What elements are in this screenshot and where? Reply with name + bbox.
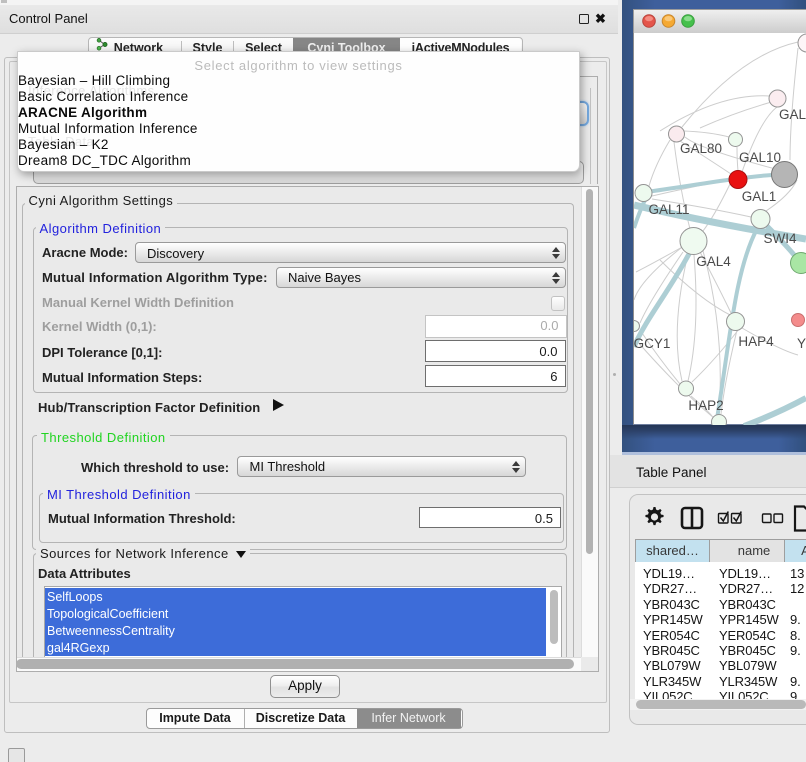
svg-text:GAL11: GAL11 [648, 202, 689, 217]
svg-text:GAL4: GAL4 [696, 254, 731, 269]
svg-text:SWI4: SWI4 [763, 231, 796, 246]
svg-text:GAL10: GAL10 [739, 150, 781, 165]
svg-text:GAL7: GAL7 [779, 107, 806, 122]
svg-text:GAL80: GAL80 [680, 141, 722, 156]
svg-text:GAL1: GAL1 [742, 189, 777, 204]
svg-text:GCY1: GCY1 [634, 336, 670, 351]
svg-text:YJR048W: YJR048W [797, 336, 806, 351]
svg-text:HAP2: HAP2 [688, 398, 723, 413]
svg-text:HAP4: HAP4 [738, 334, 774, 349]
